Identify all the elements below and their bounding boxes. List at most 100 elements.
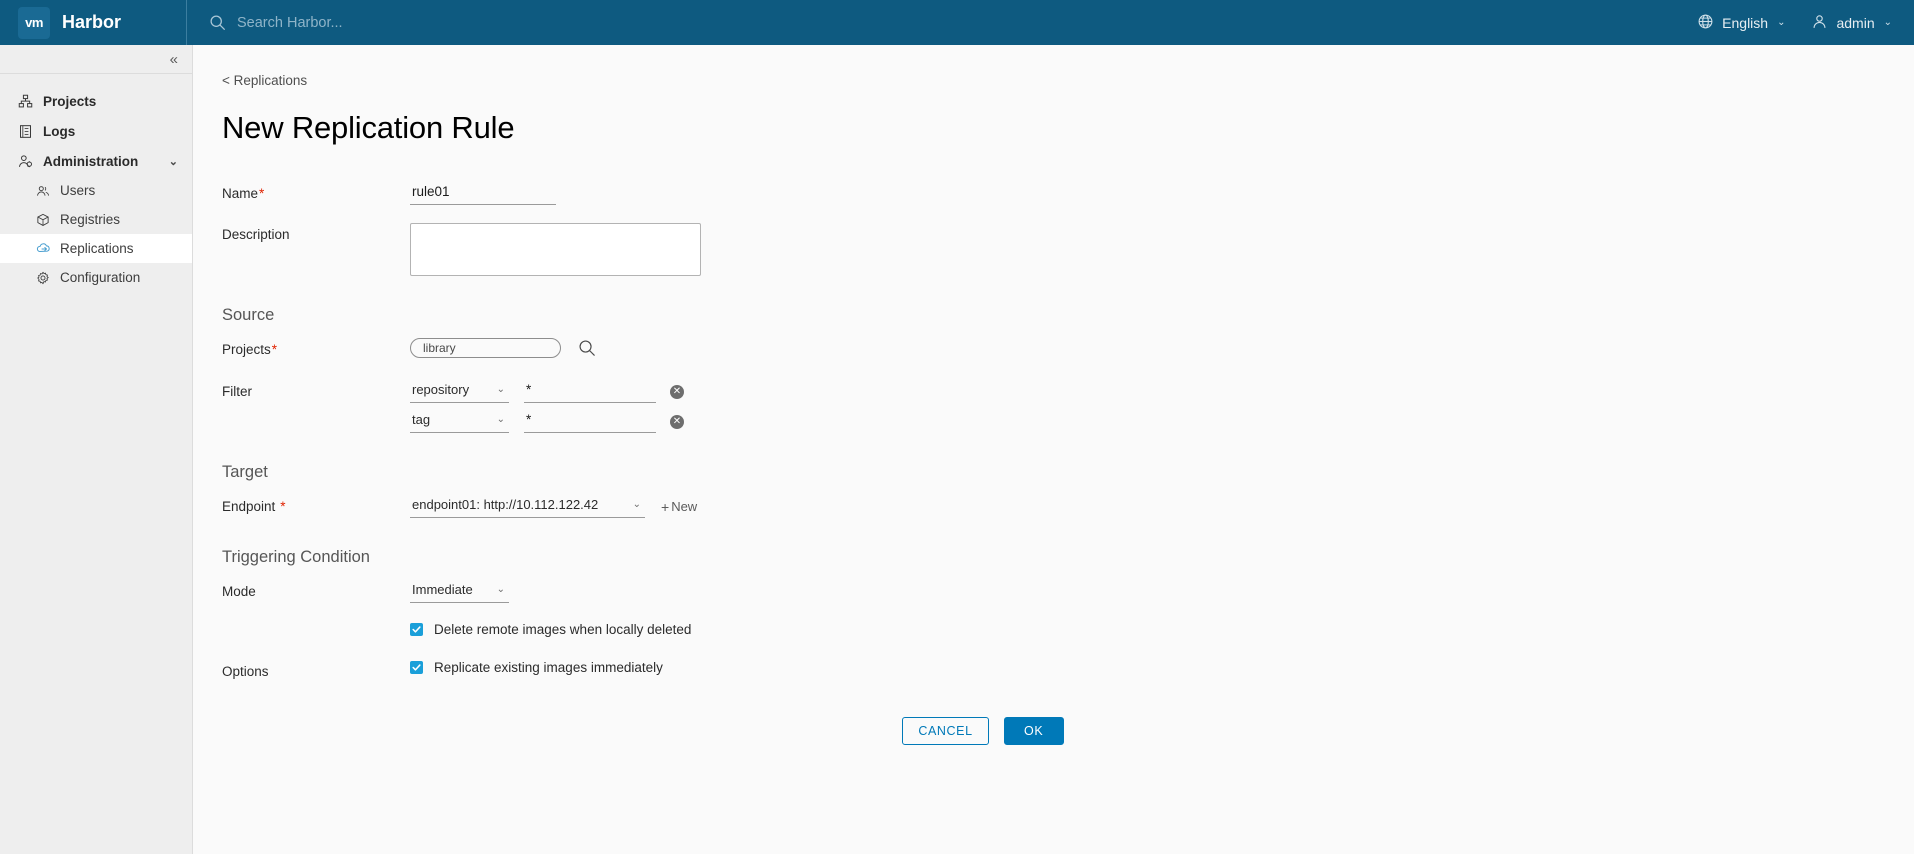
chevron-down-icon: ⌄: [1777, 17, 1786, 28]
new-endpoint-button[interactable]: + New: [661, 499, 697, 515]
main-content: < Replications New Replication Rule Name…: [193, 45, 1914, 854]
endpoint-label: Endpoint *: [222, 495, 410, 514]
description-label: Description: [222, 227, 290, 242]
registries-icon: [35, 212, 51, 228]
required-marker: *: [259, 186, 265, 201]
sidebar-item-administration[interactable]: Administration ⌄: [0, 146, 192, 176]
sidebar-item-logs[interactable]: Logs: [0, 116, 192, 146]
project-chip-label: library: [423, 341, 456, 355]
filter-label: Filter: [222, 384, 252, 399]
sidebar-item-label: Logs: [43, 123, 76, 139]
brand-title: Harbor: [62, 12, 122, 32]
required-marker: *: [271, 342, 278, 357]
page-title: New Replication Rule: [222, 110, 515, 145]
breadcrumb[interactable]: < Replications: [222, 73, 1914, 88]
brand-area[interactable]: vm Harbor: [0, 0, 186, 45]
delete-remote-checkbox-row: Delete remote images when locally delete…: [410, 622, 1914, 637]
form-actions: CANCEL OK: [222, 717, 1914, 745]
chevron-down-icon: ⌄: [496, 584, 505, 595]
options-label: Options: [222, 664, 269, 679]
projects-row: Projects* library: [222, 338, 1914, 358]
replications-icon: [35, 241, 51, 257]
search-icon[interactable]: [578, 339, 596, 357]
endpoint-row: Endpoint * endpoint01: http://10.112.122.…: [222, 495, 1914, 518]
sidebar-collapse-button[interactable]: «: [0, 45, 192, 74]
filter-value-input-tag[interactable]: [524, 410, 656, 433]
endpoint-select[interactable]: endpoint01: http://10.112.122.42 ⌄: [410, 495, 645, 518]
language-label: English: [1722, 14, 1769, 31]
plus-icon: +: [661, 498, 670, 515]
header-actions: English ⌄ admin ⌄: [1697, 13, 1914, 33]
replicate-existing-checkbox-row: Replicate existing images immediately: [410, 660, 663, 675]
double-chevron-left-icon: «: [169, 50, 178, 68]
filter-rows: repository ⌄ ✕ tag ⌄ ✕: [410, 380, 684, 433]
logs-icon: [17, 123, 34, 140]
language-selector[interactable]: English ⌄: [1697, 13, 1785, 33]
chevron-down-icon: ⌄: [1883, 17, 1892, 28]
chevron-down-icon: ⌄: [496, 414, 505, 425]
triggering-section-title: Triggering Condition: [222, 548, 370, 566]
remove-circle-icon[interactable]: ✕: [670, 414, 684, 429]
filter-row: Filter repository ⌄ ✕ tag ⌄ ✕: [222, 380, 1914, 433]
projects-label: Projects*: [222, 338, 410, 357]
mode-row: Mode Immediate ⌄: [222, 580, 1914, 603]
projects-field: library: [410, 338, 596, 358]
filter-type-value: tag: [412, 412, 431, 427]
delete-remote-checkbox[interactable]: [410, 623, 423, 636]
endpoint-field: endpoint01: http://10.112.122.42 ⌄ + New: [410, 495, 697, 518]
globe-icon: [1697, 13, 1714, 33]
sidebar: « Projects Logs Administration ⌄ Users R…: [0, 45, 193, 854]
endpoint-label-text: Endpoint: [222, 499, 276, 514]
endpoint-value: endpoint01: http://10.112.122.42: [412, 497, 599, 512]
delete-remote-label: Delete remote images when locally delete…: [434, 622, 692, 637]
configuration-gear-icon: [35, 270, 51, 286]
administration-icon: [17, 153, 34, 170]
project-chip[interactable]: library: [410, 338, 561, 358]
new-endpoint-label: New: [671, 499, 698, 514]
sidebar-item-label: Configuration: [60, 270, 141, 285]
name-input[interactable]: [410, 182, 556, 205]
logo-text: vm: [25, 15, 43, 30]
user-menu[interactable]: admin ⌄: [1811, 13, 1892, 33]
sidebar-item-projects[interactable]: Projects: [0, 86, 192, 116]
vmware-logo-icon: vm: [18, 6, 50, 39]
mode-select[interactable]: Immediate ⌄: [410, 580, 509, 603]
mode-label: Mode: [222, 584, 256, 599]
sidebar-item-label: Registries: [60, 212, 121, 227]
cancel-button[interactable]: CANCEL: [902, 717, 989, 745]
source-section-title: Source: [222, 306, 275, 324]
replicate-existing-label: Replicate existing images immediately: [434, 660, 663, 675]
projects-icon: [17, 93, 34, 110]
remove-circle-icon[interactable]: ✕: [670, 384, 684, 399]
ok-button[interactable]: OK: [1003, 717, 1064, 745]
search-input[interactable]: Search Harbor...: [237, 15, 343, 31]
chevron-down-icon[interactable]: ⌄: [169, 155, 178, 168]
replicate-existing-checkbox[interactable]: [410, 661, 423, 674]
sidebar-item-registries[interactable]: Registries: [0, 205, 192, 234]
description-row: Description: [222, 223, 1914, 276]
description-textarea[interactable]: [410, 223, 701, 276]
filter-value-input-repository[interactable]: [524, 380, 656, 403]
sidebar-item-label: Replications: [60, 241, 134, 256]
sidebar-nav: Projects Logs Administration ⌄ Users Reg…: [0, 74, 192, 292]
user-label: admin: [1836, 14, 1875, 31]
filter-type-value: repository: [412, 382, 470, 397]
sidebar-item-replications[interactable]: Replications: [0, 234, 192, 263]
filter-type-select-repository[interactable]: repository ⌄: [410, 380, 509, 403]
name-label: Name*: [222, 182, 410, 201]
mode-value: Immediate: [412, 582, 473, 597]
filter-entry: repository ⌄ ✕: [410, 380, 684, 403]
required-marker: *: [280, 499, 286, 514]
user-avatar-icon: [1811, 13, 1828, 33]
global-search[interactable]: Search Harbor...: [187, 14, 1697, 31]
target-section-title: Target: [222, 463, 268, 481]
options-row: Options Replicate existing images immedi…: [222, 660, 1914, 679]
sidebar-item-label: Projects: [43, 93, 97, 109]
sidebar-item-users[interactable]: Users: [0, 176, 192, 205]
sidebar-item-configuration[interactable]: Configuration: [0, 263, 192, 292]
projects-label-text: Projects: [222, 342, 271, 357]
filter-type-select-tag[interactable]: tag ⌄: [410, 410, 509, 433]
chevron-down-icon: ⌄: [496, 384, 505, 395]
filter-entry: tag ⌄ ✕: [410, 410, 684, 433]
name-label-text: Name: [222, 186, 259, 201]
